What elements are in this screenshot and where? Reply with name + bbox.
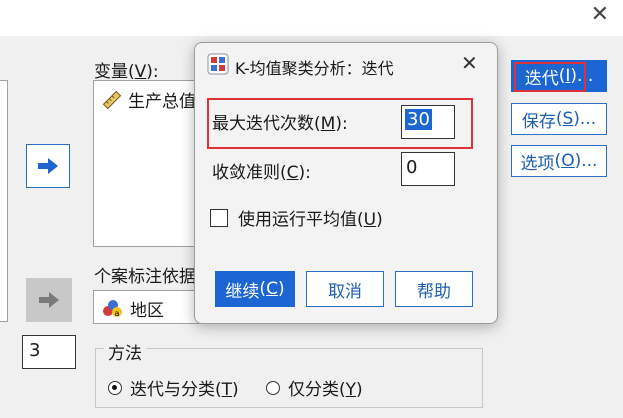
window-top-bar bbox=[0, 0, 623, 36]
nominal-variable-icon: a bbox=[103, 299, 122, 318]
running-means-checkbox[interactable] bbox=[210, 208, 228, 227]
list-item[interactable]: 生产总值 bbox=[102, 87, 196, 112]
variables-list[interactable]: 生产总值 bbox=[93, 80, 199, 247]
continue-button[interactable]: 继续(C) bbox=[215, 271, 295, 307]
close-icon[interactable]: ✕ bbox=[591, 4, 609, 26]
method-option-label: 迭代与分类(T) bbox=[130, 380, 239, 400]
max-iterations-value: 30 bbox=[405, 109, 432, 130]
move-to-case-label-button[interactable] bbox=[26, 278, 72, 322]
arrow-right-icon bbox=[39, 292, 59, 308]
case-label-item: 地区 bbox=[130, 301, 164, 321]
save-button[interactable]: 保存(S)... bbox=[511, 103, 607, 135]
convergence-input[interactable]: 0 bbox=[401, 152, 455, 186]
iterate-dialog: K-均值聚类分析：迭代 ✕ 最大迭代次数(M): 30 收敛准则(C): 0 使… bbox=[194, 42, 498, 324]
convergence-value: 0 bbox=[406, 157, 418, 178]
variables-label: 变量(V): bbox=[94, 62, 159, 82]
case-label-field[interactable]: a 地区 bbox=[93, 290, 199, 324]
app-icon bbox=[207, 53, 229, 79]
method-option-iterate-classify[interactable]: 迭代与分类(T) bbox=[108, 375, 239, 400]
method-group-title: 方法 bbox=[104, 339, 146, 364]
variable-item-label: 生产总值 bbox=[128, 92, 196, 112]
case-label-label: 个案标注依据 bbox=[94, 267, 196, 287]
running-means-label: 使用运行平均值(U) bbox=[238, 210, 383, 230]
highlight-box bbox=[514, 62, 586, 92]
arrow-right-icon bbox=[38, 158, 58, 174]
clusters-input[interactable]: 3 bbox=[22, 335, 76, 369]
radio-button[interactable] bbox=[266, 380, 280, 395]
max-iterations-input[interactable]: 30 bbox=[401, 105, 455, 139]
move-to-variables-button[interactable] bbox=[26, 144, 70, 188]
options-button[interactable]: 选项(O)... bbox=[511, 145, 607, 177]
radio-button[interactable] bbox=[108, 380, 122, 395]
svg-text:a: a bbox=[115, 309, 120, 318]
clusters-value: 3 bbox=[29, 340, 41, 361]
convergence-label: 收敛准则(C): bbox=[212, 163, 311, 183]
running-means-option[interactable]: 使用运行平均值(U) bbox=[210, 205, 383, 230]
max-iterations-label: 最大迭代次数(M): bbox=[212, 114, 348, 134]
help-button[interactable]: 帮助 bbox=[395, 271, 473, 307]
method-option-label: 仅分类(Y) bbox=[288, 380, 363, 400]
close-icon[interactable]: ✕ bbox=[461, 51, 478, 75]
source-variable-list[interactable] bbox=[0, 80, 8, 322]
method-option-classify-only[interactable]: 仅分类(Y) bbox=[266, 375, 363, 400]
cancel-button[interactable]: 取消 bbox=[306, 271, 384, 307]
dialog-title: K-均值聚类分析：迭代 bbox=[235, 59, 394, 78]
ruler-icon bbox=[102, 90, 122, 109]
